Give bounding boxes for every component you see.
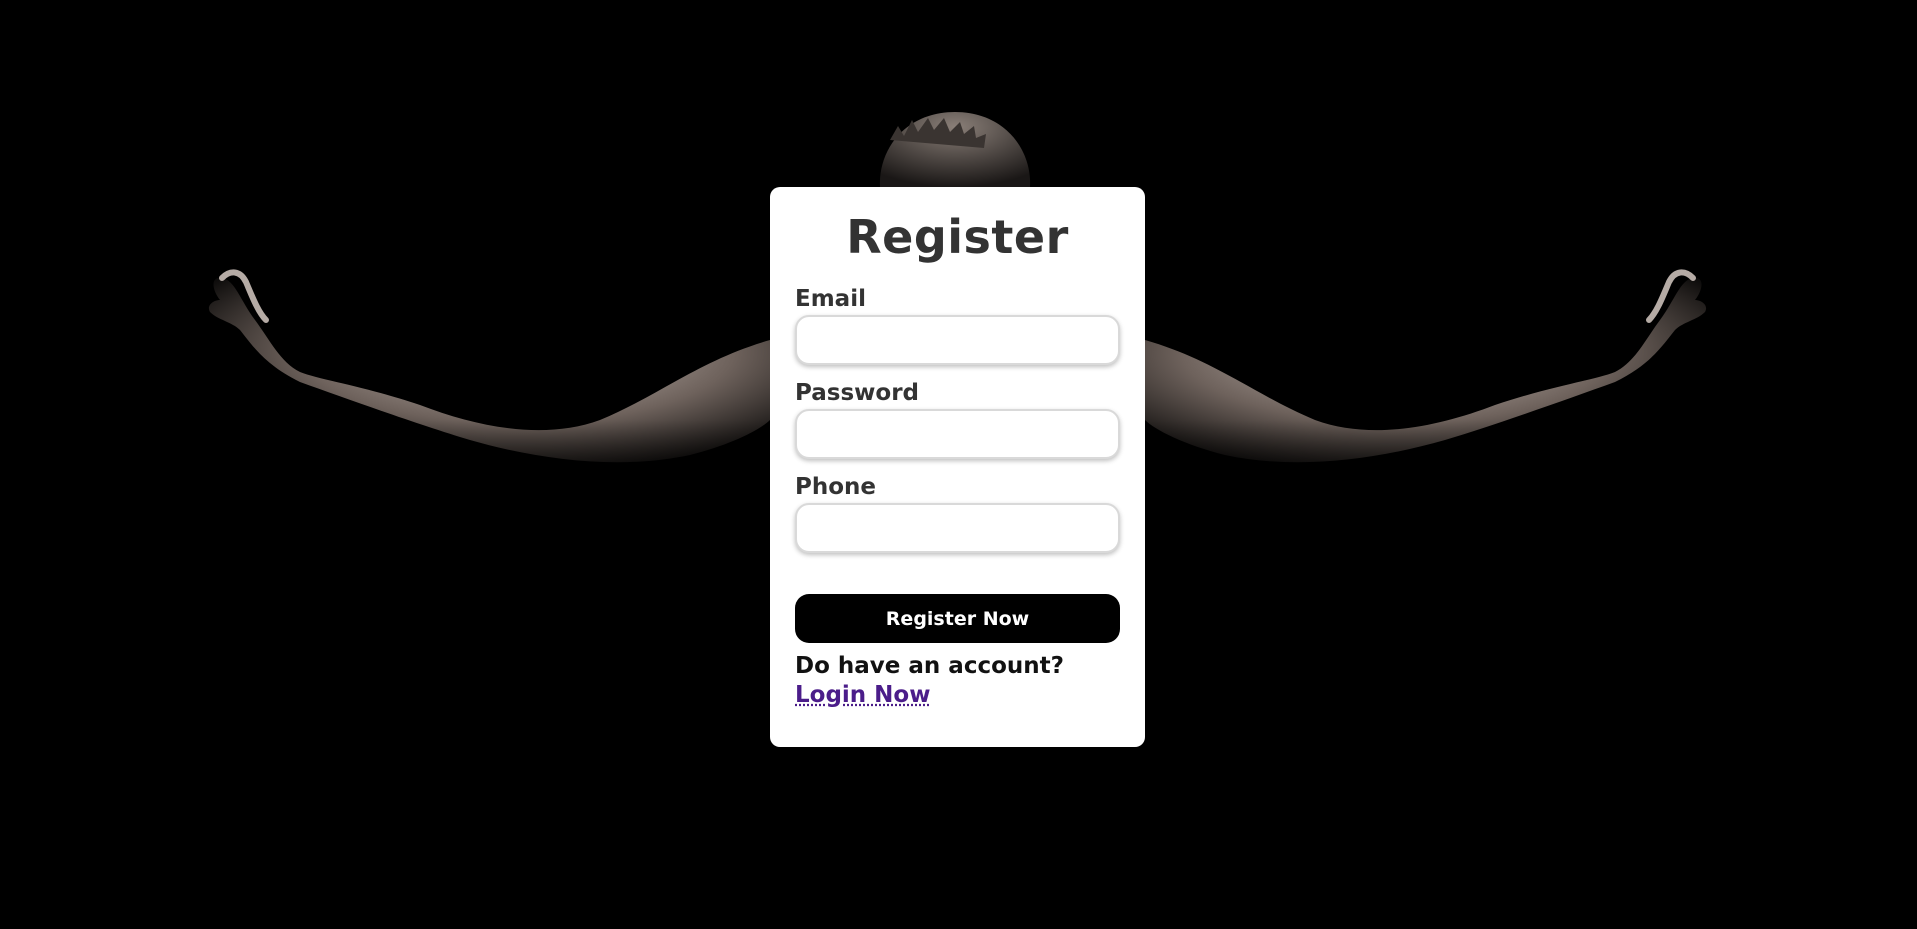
password-label: Password: [795, 380, 919, 406]
account-prompt-text: Do have an account?: [795, 653, 1064, 679]
phone-label: Phone: [795, 474, 877, 500]
register-now-button[interactable]: Register Now: [795, 594, 1120, 643]
email-field[interactable]: [795, 315, 1120, 365]
login-now-link[interactable]: Login Now: [795, 682, 930, 708]
phone-field[interactable]: [795, 503, 1120, 553]
email-label: Email: [795, 286, 866, 312]
register-card: Register Email Password Phone Register N…: [770, 187, 1145, 747]
login-prompt: Do have an account? Login Now: [795, 652, 1120, 710]
page-title: Register: [846, 210, 1069, 264]
password-field[interactable]: [795, 409, 1120, 459]
register-page: Register Email Password Phone Register N…: [0, 0, 1917, 929]
